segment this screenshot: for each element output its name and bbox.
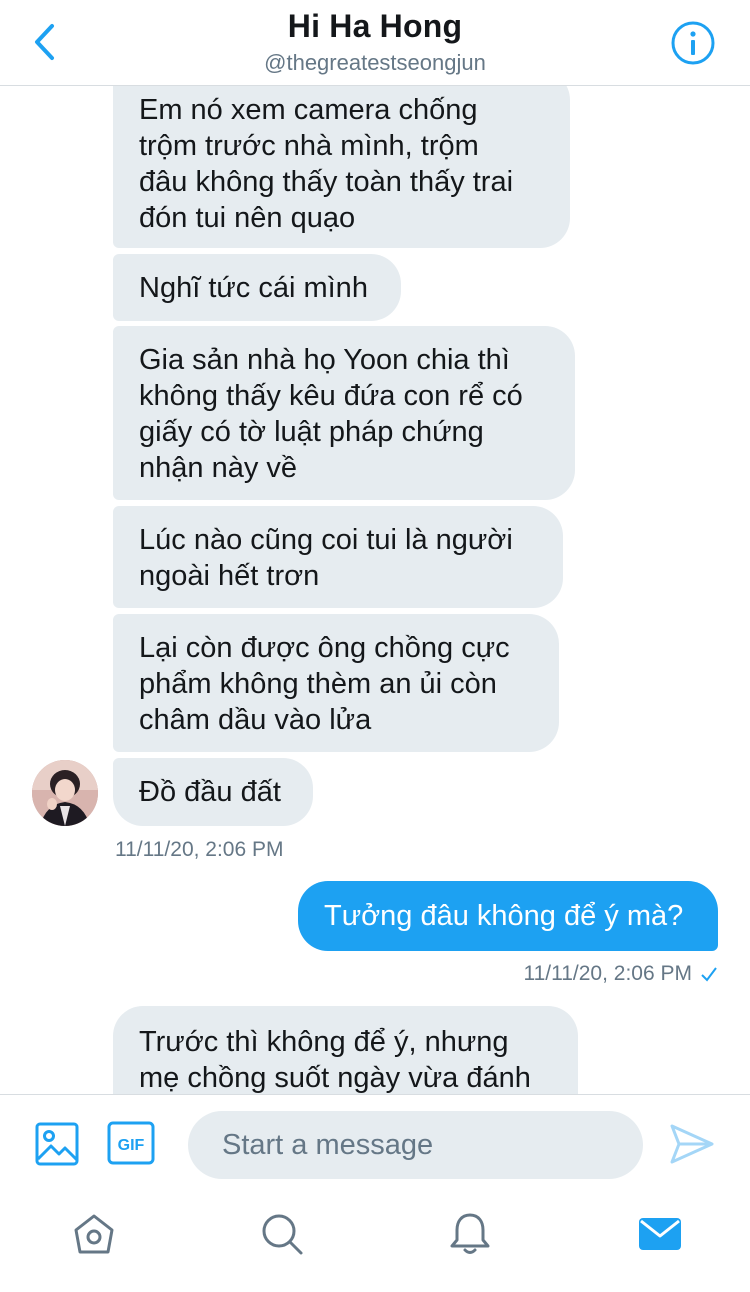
message-bubble-sent[interactable]: Tưởng đâu không để ý mà? bbox=[298, 881, 718, 951]
message-timestamp: 11/11/20, 2:06 PM bbox=[523, 962, 718, 986]
conversation-handle: @thegreatestseongjun bbox=[264, 50, 486, 75]
message-line: Đồ đầu đất bbox=[139, 776, 281, 808]
conversation-title: Hi Ha Hong bbox=[287, 8, 463, 44]
message-line: Gia sản nhà họ Yoon chia thì bbox=[139, 344, 510, 376]
search-icon bbox=[262, 1214, 303, 1255]
tab-search[interactable] bbox=[258, 1210, 306, 1258]
message-line: mẹ chồng suốt ngày vừa đánh bbox=[139, 1062, 531, 1094]
message-line: nhận này về bbox=[139, 452, 298, 484]
add-gif-button[interactable]: GIF bbox=[107, 1119, 155, 1167]
message-bubble[interactable]: Lại còn được ông chồng cực phẩm không th… bbox=[113, 614, 559, 752]
info-button[interactable] bbox=[670, 20, 716, 66]
message-line: Lại còn được ông chồng cực bbox=[139, 632, 510, 664]
message-line: giấy có tờ luật pháp chứng bbox=[139, 416, 484, 448]
message-line: Tưởng đâu không để ý mà? bbox=[324, 900, 684, 932]
message-line: ngoài hết trơn bbox=[139, 560, 320, 592]
avatar-photo bbox=[32, 760, 98, 826]
message-line: đâu không thấy toàn thấy trai bbox=[139, 166, 514, 198]
tab-messages[interactable] bbox=[636, 1210, 684, 1258]
message-line: châm dầu vào lửa bbox=[139, 704, 372, 736]
message-bubble[interactable]: Đồ đầu đất bbox=[113, 758, 313, 826]
tab-home[interactable] bbox=[70, 1210, 118, 1258]
message-line: đón tui nên quạo bbox=[139, 202, 356, 234]
message-line: Trước thì không để ý, nhưng bbox=[139, 1026, 509, 1058]
message-bubble[interactable]: Gia sản nhà họ Yoon chia thì không thấy … bbox=[113, 326, 575, 500]
notifications-icon bbox=[450, 1213, 490, 1254]
send-button[interactable] bbox=[669, 1123, 715, 1165]
read-check-icon bbox=[701, 967, 717, 982]
message-input[interactable] bbox=[188, 1111, 643, 1179]
message-line: trộm trước nhà mình, trộm bbox=[139, 130, 479, 162]
tab-notifications[interactable] bbox=[446, 1210, 494, 1258]
message-composer: GIF bbox=[0, 1094, 750, 1192]
image-icon bbox=[35, 1122, 79, 1166]
avatar[interactable] bbox=[32, 760, 98, 826]
message-bubble[interactable]: Em nó xem camera chống trộm trước nhà mì… bbox=[113, 70, 570, 248]
message-line: Lúc nào cũng coi tui là người bbox=[139, 524, 513, 556]
message-line: Em nó xem camera chống bbox=[139, 94, 478, 126]
send-icon bbox=[670, 1124, 714, 1164]
bottom-tab-bar bbox=[0, 1192, 750, 1292]
conversation-thread[interactable]: Em nó xem camera chống trộm trước nhà mì… bbox=[0, 0, 750, 1094]
add-photo-button[interactable] bbox=[34, 1121, 80, 1167]
conversation-header: Hi Ha Hong @thegreatestseongjun bbox=[0, 0, 750, 86]
info-icon bbox=[671, 21, 715, 65]
timestamp-text: 11/11/20, 2:06 PM bbox=[523, 962, 692, 985]
message-bubble[interactable]: Trước thì không để ý, nhưng mẹ chồng suố… bbox=[113, 1006, 578, 1094]
message-line: phẩm không thèm an ủi còn bbox=[139, 668, 497, 700]
messages-icon bbox=[639, 1218, 681, 1250]
svg-text:GIF: GIF bbox=[118, 1137, 145, 1154]
home-icon bbox=[74, 1214, 114, 1254]
message-line: Nghĩ tức cái mình bbox=[139, 272, 368, 304]
message-bubble[interactable]: Lúc nào cũng coi tui là người ngoài hết … bbox=[113, 506, 563, 608]
gif-icon: GIF bbox=[107, 1121, 155, 1165]
message-bubble[interactable]: Nghĩ tức cái mình bbox=[113, 254, 401, 321]
message-line: không thấy kêu đứa con rể có bbox=[139, 380, 523, 412]
message-timestamp: 11/11/20, 2:06 PM bbox=[115, 838, 284, 861]
